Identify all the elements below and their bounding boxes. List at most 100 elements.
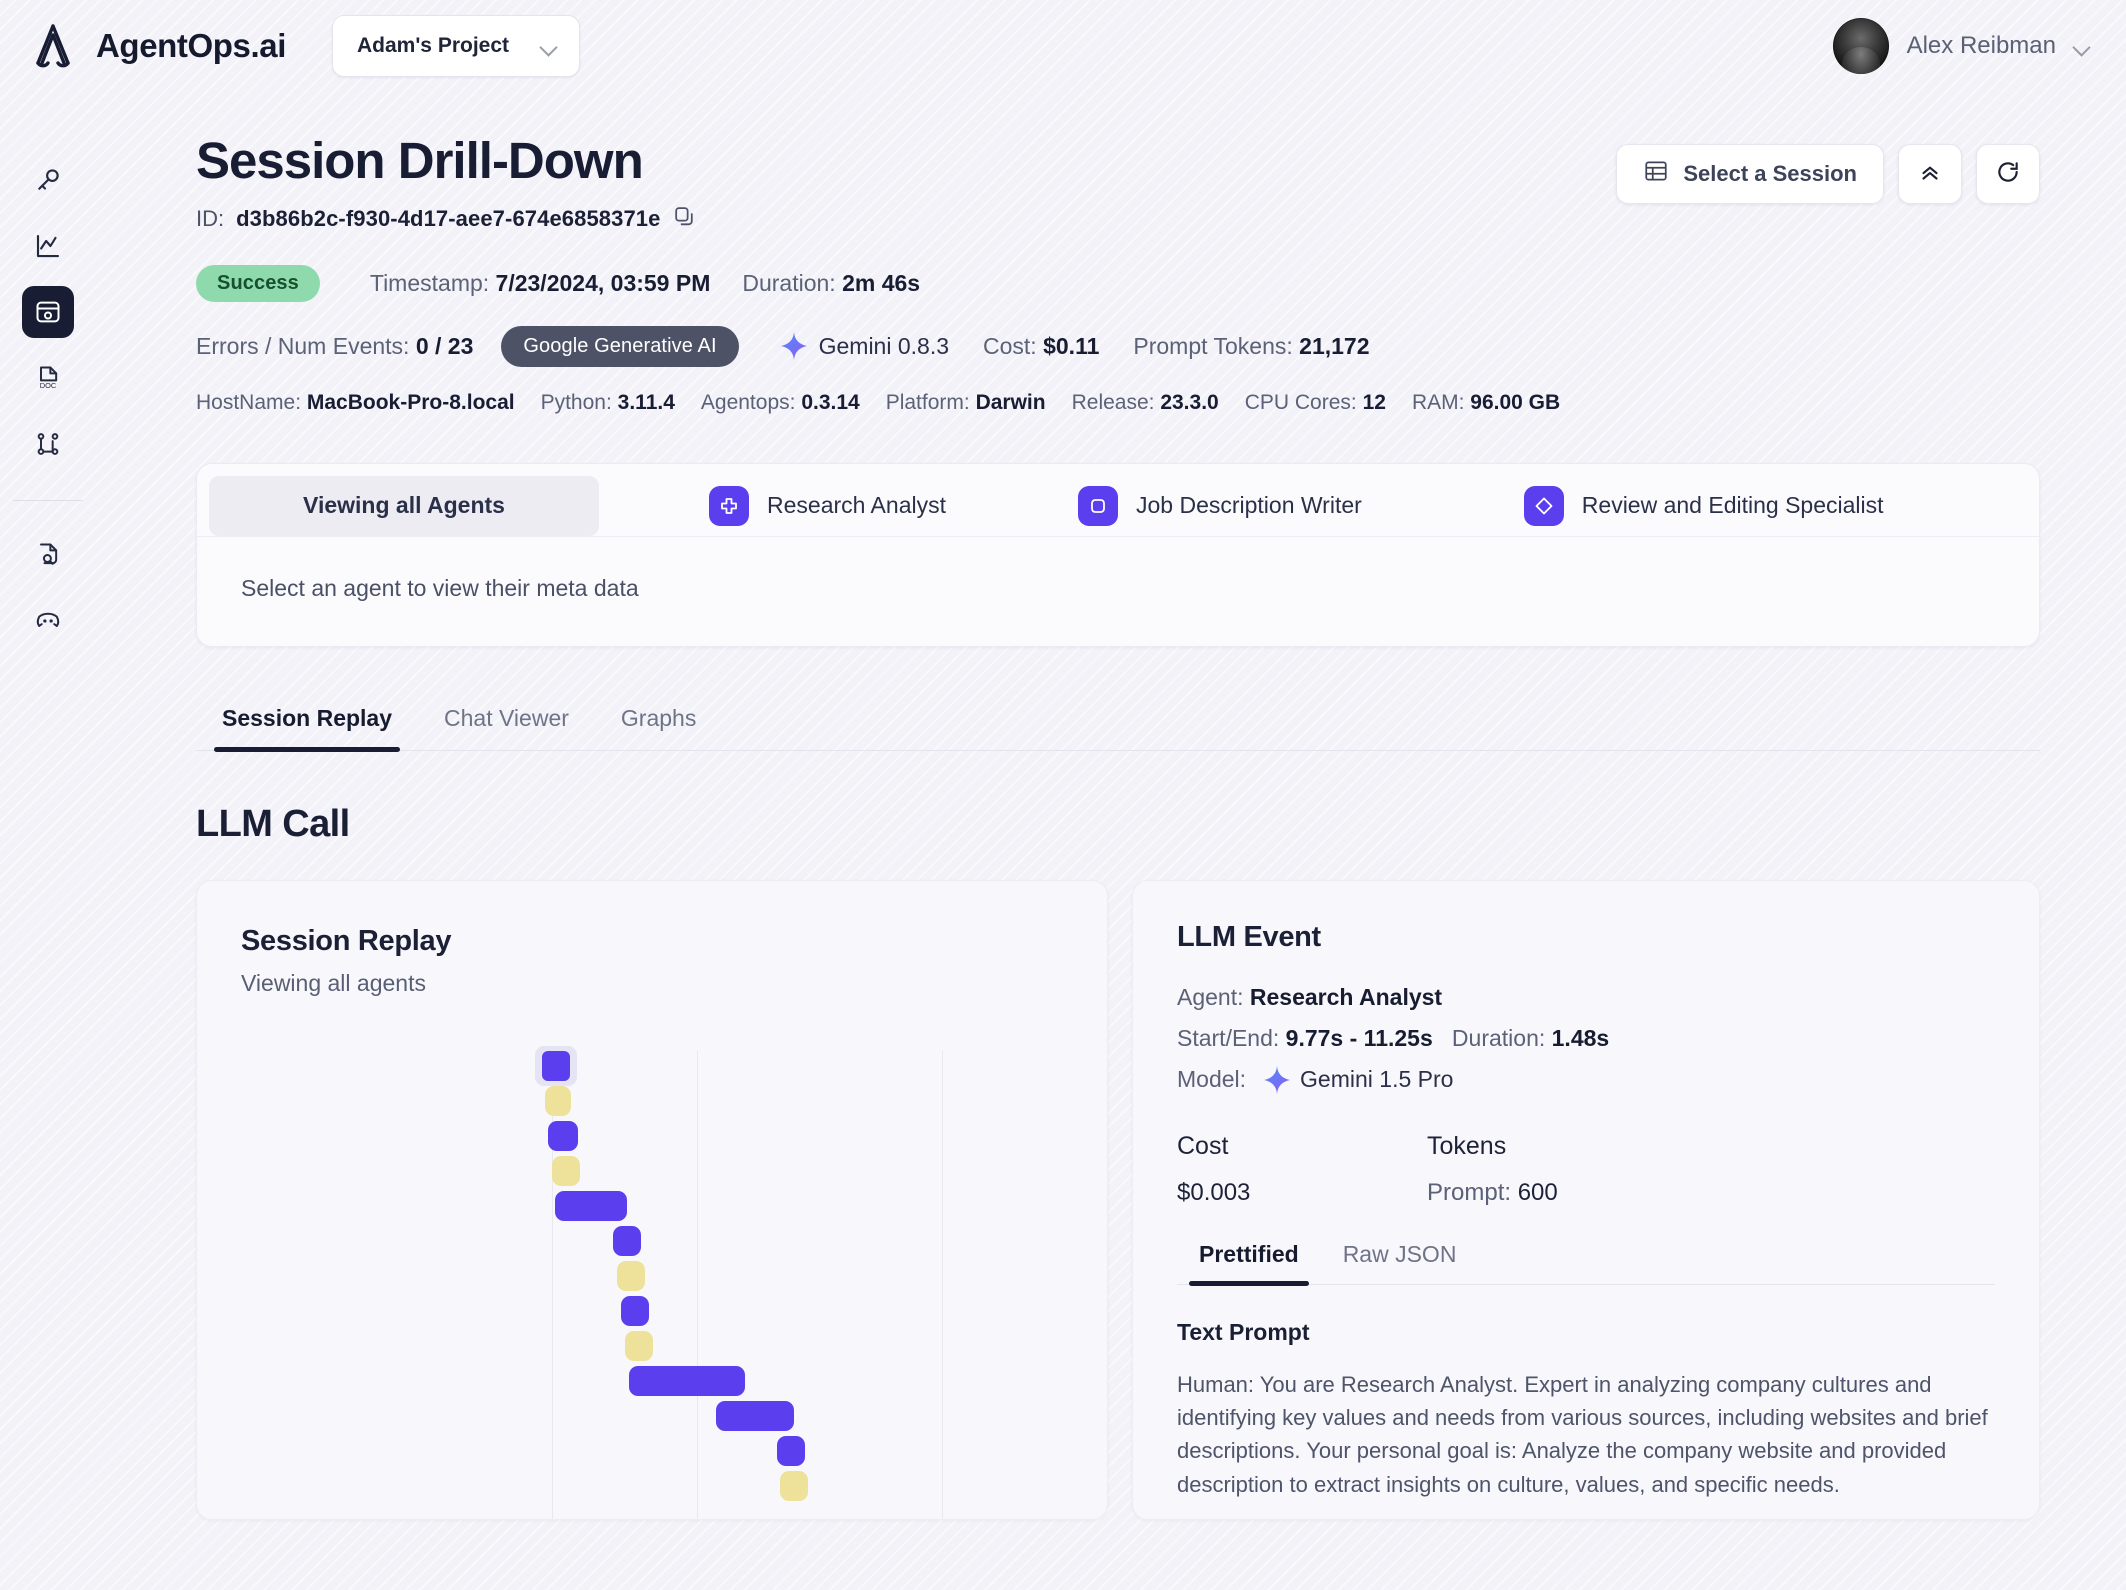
- sidebar-item-discord[interactable]: [22, 595, 74, 647]
- gantt-bar[interactable]: [613, 1225, 641, 1256]
- diamond-badge-icon: [1523, 485, 1564, 526]
- llm-agent-row: Agent: Research Analyst: [1177, 984, 1995, 1011]
- host-item: Platform: Darwin: [886, 391, 1046, 415]
- prompt-tokens-label: Prompt Tokens:: [1133, 332, 1293, 359]
- llm-time-row: Start/End: 9.77s - 11.25s Duration: 1.48…: [1177, 1025, 1995, 1052]
- llm-event-title: LLM Event: [1177, 920, 1321, 953]
- refresh-icon: [1995, 159, 2021, 190]
- copy-icon[interactable]: [672, 204, 697, 235]
- tokens-value: 600: [1517, 1178, 1558, 1206]
- llm-model-value: Gemini 1.5 Pro: [1300, 1066, 1454, 1093]
- provider-chip: Google Generative AI: [501, 325, 739, 367]
- host-value: 3.11.4: [617, 390, 675, 414]
- agent-tab-review-editing-specialist[interactable]: Review and Editing Specialist: [1498, 476, 1910, 536]
- brand: AgentOps.ai: [26, 19, 286, 73]
- gantt-bar[interactable]: [617, 1260, 645, 1291]
- host-value: 0.3.14: [801, 390, 860, 414]
- sidebar-item-api-keys[interactable]: [22, 154, 74, 206]
- session-id-label: ID:: [196, 206, 225, 232]
- host-item: Agentops: 0.3.14: [701, 391, 860, 415]
- gantt-bar[interactable]: [629, 1365, 745, 1396]
- gantt-bar[interactable]: [535, 1045, 577, 1086]
- errors-label: Errors / Num Events:: [196, 332, 410, 359]
- duration: Duration: 2m 46s: [742, 270, 920, 297]
- cost: Cost: $0.11: [983, 333, 1099, 360]
- llm-agent-value: Research Analyst: [1249, 983, 1443, 1010]
- agent-tab-all[interactable]: Viewing all Agents: [209, 475, 599, 536]
- status-row: Success Timestamp: 7/23/2024, 03:59 PM D…: [196, 264, 2040, 302]
- tab-chat-viewer[interactable]: Chat Viewer: [418, 705, 595, 750]
- host-value: 96.00 GB: [1470, 390, 1561, 414]
- host-row: HostName: MacBook-Pro-8.local Python: 3.…: [196, 391, 2040, 415]
- gantt-bar[interactable]: [777, 1435, 805, 1466]
- host-label: HostName:: [196, 390, 302, 414]
- project-selector[interactable]: Adam's Project: [331, 15, 580, 77]
- view-tabs: Session Replay Chat Viewer Graphs: [196, 705, 2040, 752]
- host-value: 23.3.0: [1160, 390, 1219, 414]
- agent-tab-all-label: Viewing all Agents: [303, 492, 505, 519]
- timestamp-label: Timestamp:: [369, 269, 490, 296]
- panels: Session Replay Viewing all agents LLM Ev…: [196, 879, 2040, 1520]
- gantt-bar[interactable]: [625, 1330, 653, 1361]
- gemini-sparkle-icon: [1264, 1065, 1290, 1094]
- sidebar-item-overview[interactable]: [22, 220, 74, 272]
- model-info: Gemini 0.8.3: [780, 332, 950, 361]
- tab-session-replay[interactable]: Session Replay: [196, 705, 418, 752]
- agent-tab-list: Viewing all Agents Research Analyst Job …: [197, 464, 2039, 536]
- sub-tab-raw-json[interactable]: Raw JSON: [1321, 1241, 1479, 1284]
- top-bar: AgentOps.ai Adam's Project Alex Reibman: [0, 0, 2126, 92]
- duration-label: Duration:: [742, 269, 836, 296]
- gemini-sparkle-icon: [780, 332, 807, 361]
- llm-duration-label: Duration:: [1451, 1024, 1546, 1051]
- llm-agent-label: Agent:: [1177, 983, 1244, 1010]
- host-label: CPU Cores:: [1244, 390, 1357, 414]
- text-prompt-header: Text Prompt: [1177, 1318, 1310, 1345]
- gantt-bar[interactable]: [548, 1120, 578, 1151]
- user-menu[interactable]: Alex Reibman: [1832, 18, 2100, 74]
- tab-label: Chat Viewer: [444, 704, 569, 731]
- gantt-bar[interactable]: [555, 1190, 627, 1221]
- host-label: RAM:: [1411, 390, 1465, 414]
- agent-tab-job-description-writer[interactable]: Job Description Writer: [1052, 476, 1388, 536]
- host-item: HostName: MacBook-Pro-8.local: [196, 391, 515, 415]
- tab-label: Graphs: [620, 704, 697, 731]
- model-value: Gemini 0.8.3: [818, 332, 950, 359]
- sidebar-divider: [13, 500, 83, 501]
- cost-header: Cost: [1177, 1131, 1229, 1160]
- gantt-bar[interactable]: [621, 1295, 649, 1326]
- gantt-bar[interactable]: [545, 1085, 571, 1116]
- cost-label: Cost:: [983, 332, 1037, 359]
- llm-event-panel: LLM Event Agent: Research Analyst Start/…: [1132, 879, 2040, 1520]
- cross-badge-icon: [709, 485, 749, 526]
- host-value: Darwin: [975, 390, 1046, 414]
- host-label: Platform:: [885, 390, 970, 414]
- session-id-row: ID: d3b86b2c-f930-4d17-aee7-674e6858371e: [196, 204, 2040, 235]
- collapse-button[interactable]: [1898, 144, 1962, 204]
- table-icon: [1643, 158, 1669, 190]
- sidebar-item-docs[interactable]: DOC: [22, 352, 74, 404]
- agent-tab-label: Research Analyst: [767, 492, 946, 519]
- gantt-bar[interactable]: [716, 1400, 794, 1431]
- sidebar-item-graph-nodes[interactable]: [22, 418, 74, 470]
- sub-tab-label: Raw JSON: [1342, 1240, 1457, 1267]
- select-session-label: Select a Session: [1683, 161, 1857, 186]
- host-value: MacBook-Pro-8.local: [306, 390, 515, 414]
- sub-tab-prettified[interactable]: Prettified: [1177, 1241, 1321, 1286]
- session-id-value: d3b86b2c-f930-4d17-aee7-674e6858371e: [236, 206, 661, 232]
- gantt-bar[interactable]: [552, 1155, 580, 1186]
- sidebar-item-session-drilldown[interactable]: [22, 286, 74, 338]
- agents-card: Viewing all Agents Research Analyst Job …: [196, 462, 2040, 647]
- cost-value: $0.11: [1043, 332, 1100, 359]
- session-replay-gantt[interactable]: [197, 1045, 1107, 1519]
- sidebar-item-file-search[interactable]: [22, 529, 74, 581]
- gantt-bar[interactable]: [780, 1470, 808, 1501]
- timestamp: Timestamp: 7/23/2024, 03:59 PM: [370, 270, 711, 297]
- refresh-button[interactable]: [1976, 144, 2040, 204]
- chevron-down-icon: [2074, 41, 2092, 51]
- agent-tab-label: Job Description Writer: [1135, 492, 1362, 519]
- brand-name: AgentOps.ai: [96, 27, 286, 64]
- sidebar-rail: DOC: [0, 92, 96, 1590]
- tab-graphs[interactable]: Graphs: [595, 705, 722, 750]
- agent-tab-research-analyst[interactable]: Research Analyst: [683, 476, 972, 536]
- select-session-button[interactable]: Select a Session: [1616, 144, 1884, 204]
